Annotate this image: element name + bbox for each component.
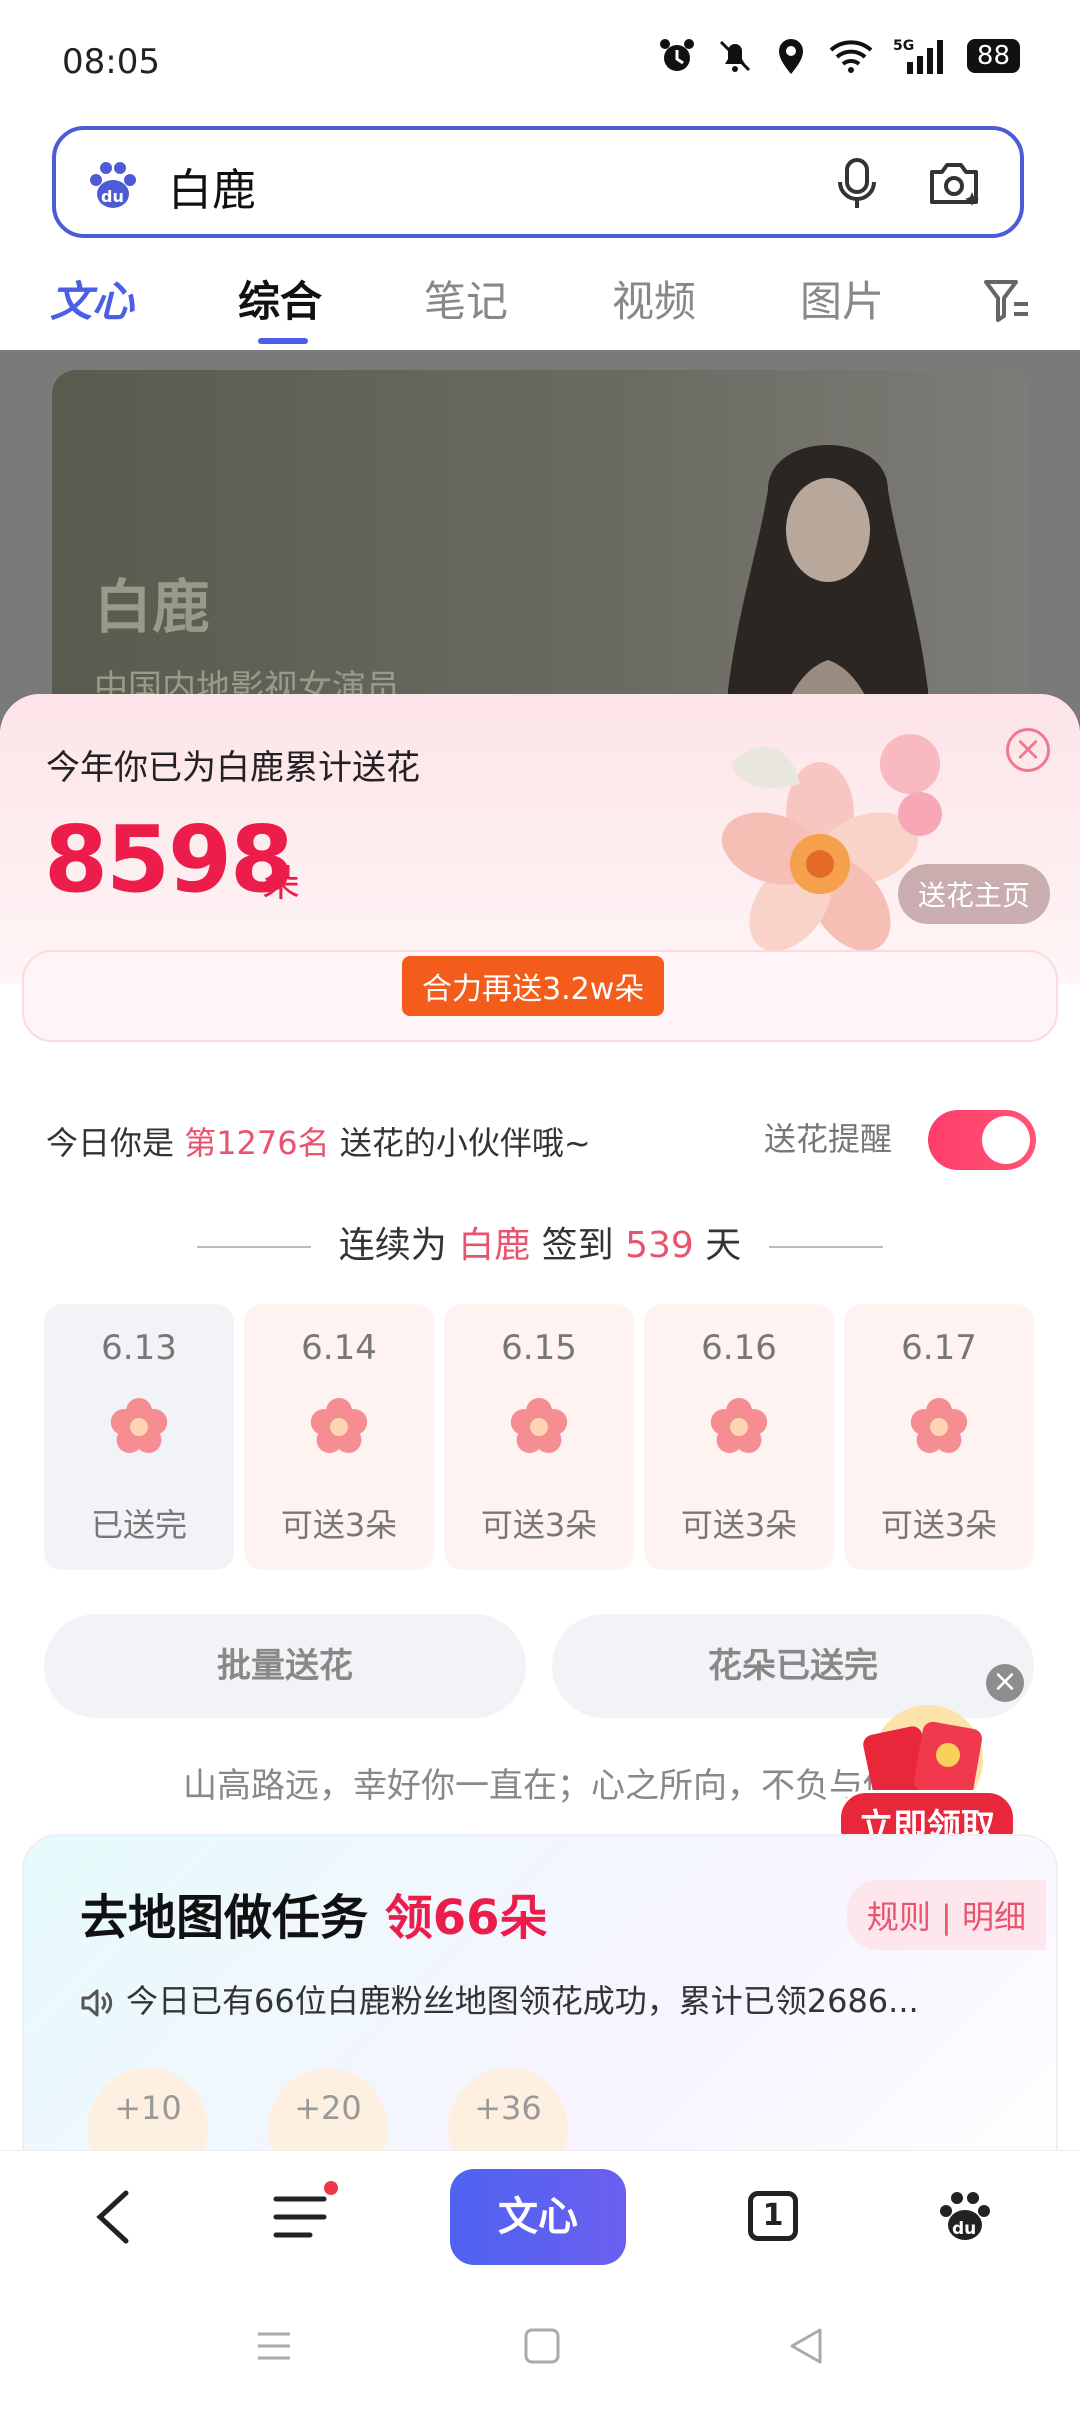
task-title: 去地图做任务 领66朵: [80, 1878, 548, 1948]
close-icon[interactable]: ×: [1006, 728, 1050, 772]
send-together-button[interactable]: 合力再送3.2w朵: [402, 956, 665, 1016]
streak-suffix: 天: [693, 1225, 742, 1266]
wenxin-label: 文心: [498, 2194, 578, 2240]
speaker-icon: [81, 1989, 113, 2017]
alarm-icon: [659, 39, 694, 71]
rank-value: 第1276名: [184, 1124, 330, 1162]
reminder-toggle[interactable]: [928, 1110, 1036, 1170]
close-icon[interactable]: ×: [986, 1664, 1024, 1702]
task-notice-text: 今日已有66位白鹿粉丝地图领花成功，累计已领2686...: [126, 1982, 919, 2020]
status-bar: 08:05 5G 88: [0, 0, 1080, 120]
streak-line: 连续为 白鹿 签到 539 天: [0, 1216, 1080, 1268]
day-date: 6.13: [101, 1328, 177, 1368]
streak-mid: 签到: [530, 1225, 626, 1266]
task-title-text: 去地图做任务: [80, 1890, 385, 1946]
baidu-paw-icon: du: [90, 162, 136, 208]
batch-send-button[interactable]: 批量送花: [44, 1614, 526, 1718]
microphone-icon[interactable]: [832, 156, 882, 212]
flower-home-button[interactable]: 送花主页: [897, 864, 1050, 924]
flower-icon: [510, 1398, 568, 1453]
day-card[interactable]: 6.14 可送3朵: [244, 1304, 434, 1570]
search-bar[interactable]: du 白鹿: [52, 126, 1024, 238]
day-status: 可送3朵: [280, 1506, 398, 1544]
flower-icon: [910, 1398, 968, 1453]
rank-suffix: 送花的小伙伴哦~: [329, 1124, 591, 1162]
day-card[interactable]: 6.15 可送3朵: [444, 1304, 634, 1570]
rank-line: 今日你是 第1276名 送花的小伙伴哦~: [46, 1118, 591, 1164]
day-date: 6.17: [901, 1328, 977, 1368]
task-reward: 领66朵: [384, 1890, 548, 1946]
status-time: 08:05: [62, 42, 160, 82]
tab-wenxin[interactable]: 文心: [50, 268, 134, 329]
wenxin-button[interactable]: 文心: [450, 2169, 626, 2265]
camera-search-icon[interactable]: [924, 154, 984, 214]
day-card[interactable]: 6.13 已送完: [44, 1304, 234, 1570]
wifi-icon: [829, 40, 873, 73]
svg-text:du: du: [101, 187, 124, 206]
flower-icon: [710, 1398, 768, 1453]
map-task-card: 去地图做任务 领66朵 规则 | 明细 今日已有66位白鹿粉丝地图领花成功，累计…: [22, 1834, 1058, 2154]
reward-bubble[interactable]: +20: [268, 2068, 388, 2154]
search-input[interactable]: 白鹿: [168, 154, 256, 218]
tab-switcher-button[interactable]: 1: [748, 2191, 798, 2241]
tab-notes[interactable]: 笔记: [424, 268, 508, 329]
battery-indicator: 88: [966, 39, 1020, 73]
search-tabs: 文心 综合 笔记 视频 图片: [0, 258, 1080, 348]
task-notice: 今日已有66位白鹿粉丝地图领花成功，累计已领2686...: [80, 1976, 919, 2022]
baidu-home-icon[interactable]: du: [936, 2187, 994, 2245]
status-icons: 5G 88: [657, 36, 1020, 76]
notification-dot: [324, 2181, 338, 2195]
day-cards: 6.13 已送完 6.14 可送3朵 6.15 可送3朵 6.16 可送3朵 6…: [44, 1304, 1044, 1570]
system-home-icon[interactable]: [522, 2326, 562, 2366]
signal-5g-icon: 5G: [893, 38, 943, 74]
system-menu-icon[interactable]: [254, 2326, 294, 2366]
rank-prefix: 今日你是: [46, 1124, 185, 1162]
day-card[interactable]: 6.17 可送3朵: [844, 1304, 1034, 1570]
flower-count-unit: 朵: [262, 861, 301, 905]
reminder-label: 送花提醒: [764, 1120, 893, 1158]
system-nav: [0, 2290, 1080, 2412]
svg-text:5G: 5G: [893, 38, 914, 54]
flower-icon: [310, 1398, 368, 1453]
flower-count: 8598: [44, 806, 294, 913]
tab-all[interactable]: 综合: [238, 268, 322, 329]
streak-prefix: 连续为: [338, 1225, 459, 1266]
back-icon[interactable]: [90, 2187, 140, 2247]
day-date: 6.14: [301, 1328, 377, 1368]
svg-text:du: du: [952, 2219, 976, 2239]
streak-name: 白鹿: [458, 1225, 531, 1266]
toggle-knob: [982, 1116, 1030, 1164]
day-date: 6.16: [701, 1328, 777, 1368]
bell-muted-icon: [719, 40, 750, 72]
rules-detail-button[interactable]: 规则 | 明细: [846, 1880, 1046, 1950]
system-back-icon[interactable]: [786, 2326, 826, 2366]
divider: [196, 1246, 311, 1248]
day-status: 可送3朵: [880, 1506, 998, 1544]
day-date: 6.15: [501, 1328, 577, 1368]
divider: [769, 1246, 884, 1248]
bottom-nav: 文心 1 du: [0, 2150, 1080, 2281]
flower-icon: [110, 1398, 168, 1453]
day-status: 可送3朵: [680, 1506, 798, 1544]
filter-icon[interactable]: [982, 276, 1032, 326]
tab-images[interactable]: 图片: [800, 268, 884, 329]
menu-icon[interactable]: [272, 2191, 328, 2243]
cumulative-text: 今年你已为白鹿累计送花: [46, 748, 420, 788]
day-status: 已送完: [90, 1506, 187, 1544]
active-tab-indicator: [258, 338, 308, 344]
flower-sheet: 今年你已为白鹿累计送花 8598 朵 × 送花主页 合力再送3.2w朵 今日你是…: [0, 694, 1080, 2154]
reward-bubble[interactable]: +36: [448, 2068, 568, 2154]
reward-bubble[interactable]: +10: [88, 2068, 208, 2154]
celebrity-name: 白鹿: [94, 573, 211, 641]
streak-days: 539: [625, 1225, 694, 1266]
day-status: 可送3朵: [480, 1506, 598, 1544]
location-icon: [778, 39, 803, 74]
day-card[interactable]: 6.16 可送3朵: [644, 1304, 834, 1570]
tab-video[interactable]: 视频: [612, 268, 696, 329]
